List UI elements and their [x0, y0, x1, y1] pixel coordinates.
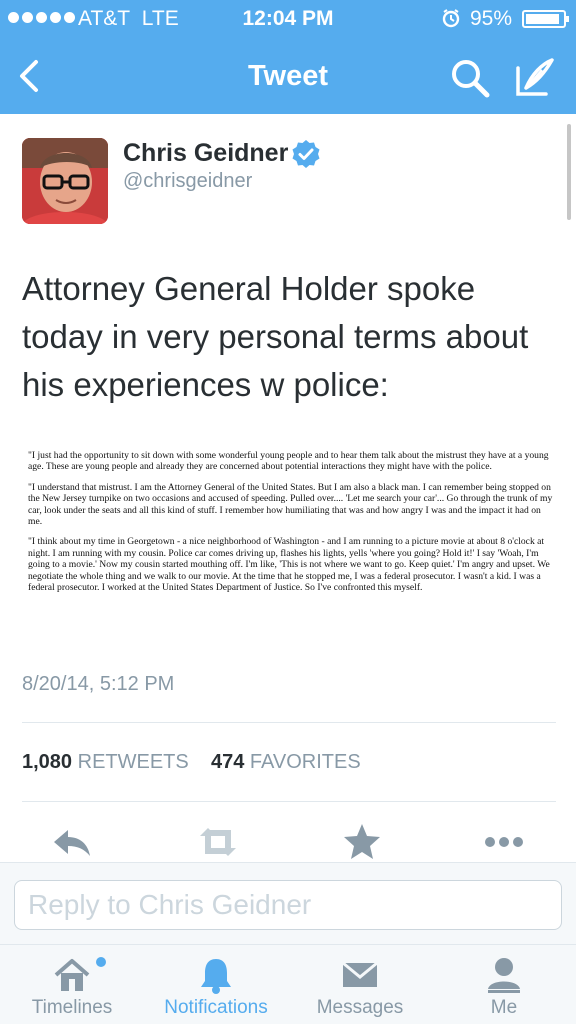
favorite-star-icon[interactable] [340, 822, 384, 862]
reply-bar: Reply to Chris Geidner [0, 862, 576, 944]
avatar[interactable] [22, 138, 108, 224]
battery-percentage: 95% [470, 7, 513, 30]
reply-input[interactable]: Reply to Chris Geidner [14, 880, 562, 930]
more-options-icon[interactable] [482, 822, 526, 862]
retweet-icon[interactable] [194, 822, 242, 862]
tab-label: Notifications [164, 997, 268, 1018]
favorites-count: 474 [210, 751, 245, 773]
divider [22, 801, 556, 802]
tab-label: Messages [316, 997, 404, 1018]
bell-icon [201, 959, 231, 994]
author-handle[interactable]: @chrisgeidner [123, 170, 252, 193]
tab-bar: Timelines Notifications Messages Me [0, 944, 576, 1024]
status-bar: AT&T LTE 12:04 PM 95% [0, 0, 576, 38]
verified-badge-icon [292, 140, 320, 168]
tab-messages[interactable]: Messages [288, 945, 432, 1024]
author-name[interactable]: Chris Geidner [123, 139, 288, 168]
new-content-dot [96, 957, 106, 967]
tweet-stats: 1,080 RETWEETS 474 FAVORITES [22, 751, 361, 774]
compose-tweet-icon[interactable] [514, 56, 558, 98]
header-bar: AT&T LTE 12:04 PM 95% Tweet [0, 0, 576, 114]
tab-label: Me [490, 997, 518, 1018]
alarm-icon [442, 9, 460, 28]
reply-icon[interactable] [50, 822, 94, 862]
tweet-timestamp: 8/20/14, 5:12 PM [22, 673, 175, 695]
divider [22, 722, 556, 723]
image-paragraph: "I think about my time in Georgetown - a… [28, 536, 550, 594]
tab-label: Timelines [31, 997, 113, 1018]
tweet-image[interactable]: "I just had the opportunity to sit down … [28, 450, 554, 602]
retweets-stat[interactable]: 1,080 RETWEETS [22, 751, 189, 773]
favorites-stat[interactable]: 474 FAVORITES [211, 751, 361, 773]
person-icon [488, 958, 520, 993]
retweets-count: 1,080 [22, 751, 73, 773]
scrollbar[interactable] [567, 124, 571, 220]
navigation-bar: Tweet [0, 38, 576, 114]
retweets-label: RETWEETS [77, 751, 189, 773]
tweet-text: Attorney General Holder spoke today in v… [22, 270, 529, 403]
image-paragraph: "I understand that mistrust. I am the At… [28, 481, 553, 528]
envelope-icon [342, 961, 378, 987]
tab-me[interactable]: Me [432, 945, 576, 1024]
tab-timelines[interactable]: Timelines [0, 945, 144, 1024]
image-paragraph: "I just had the opportunity to sit down … [28, 450, 549, 473]
favorites-label: FAVORITES [249, 751, 361, 773]
home-icon [54, 959, 90, 991]
tab-notifications[interactable]: Notifications [144, 945, 288, 1024]
search-icon[interactable] [450, 58, 490, 98]
battery-icon [522, 10, 569, 28]
